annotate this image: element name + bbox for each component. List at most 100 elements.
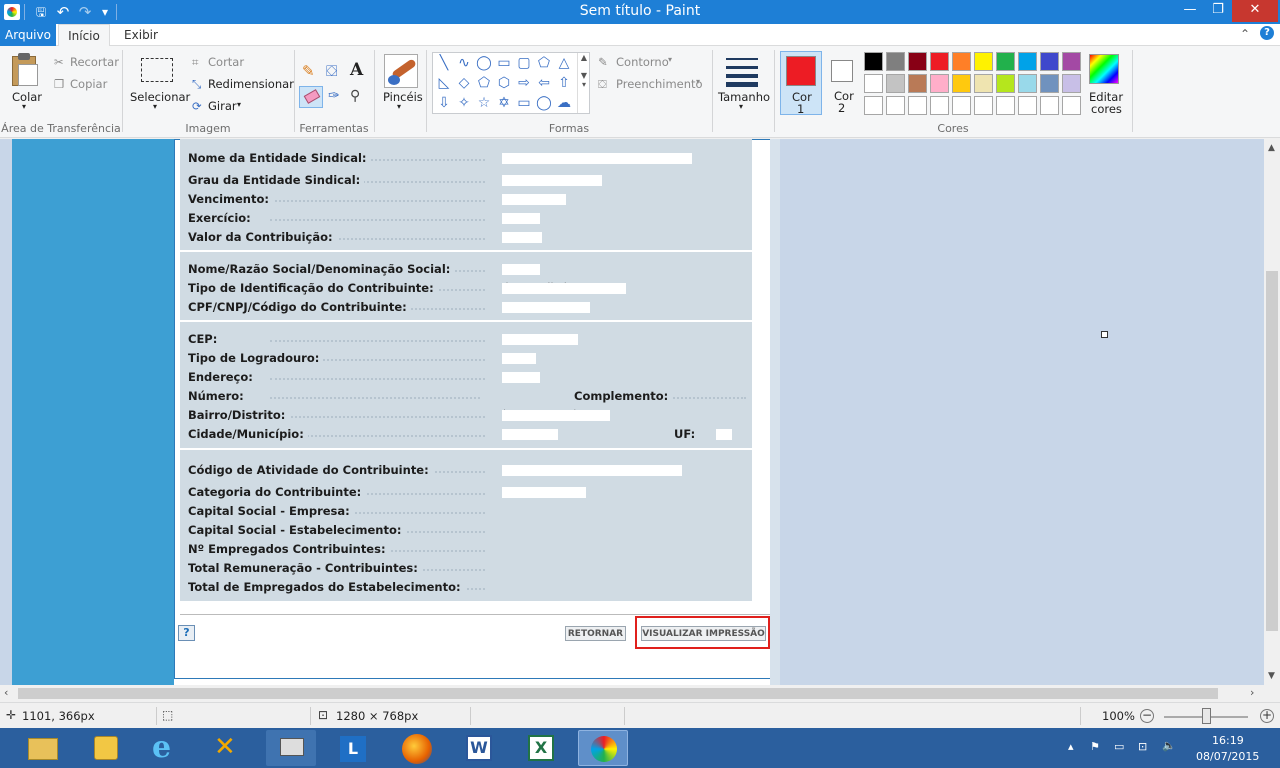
five-point-star-icon[interactable]: ☆ xyxy=(475,94,493,112)
cloud-callout-icon[interactable]: ☁ xyxy=(555,94,573,112)
text-tool-icon[interactable]: A xyxy=(350,60,363,80)
clock-date[interactable]: 08/07/2015 xyxy=(1196,750,1259,763)
horizontal-scrollbar[interactable]: ‹ › xyxy=(0,685,1264,702)
palette-swatch[interactable] xyxy=(1018,52,1037,71)
crop-button[interactable]: Cortar xyxy=(208,55,244,69)
paint-taskbar-icon[interactable] xyxy=(578,730,628,766)
resize-handle[interactable] xyxy=(1101,331,1108,338)
copy-button[interactable]: Copiar xyxy=(70,77,107,91)
pencil-icon[interactable]: ✎ xyxy=(302,62,315,80)
volume-icon[interactable]: 🔈 xyxy=(1162,739,1176,752)
right-triangle-icon[interactable]: ◺ xyxy=(435,74,453,92)
palette-empty-swatch[interactable] xyxy=(886,96,905,115)
palette-empty-swatch[interactable] xyxy=(1062,96,1081,115)
palette-empty-swatch[interactable] xyxy=(996,96,1015,115)
brushes-button[interactable]: Pincéis xyxy=(383,90,423,104)
color-picker-icon[interactable]: ✑ xyxy=(328,88,340,104)
line-shape-icon[interactable]: ╲ xyxy=(435,54,453,72)
select-icon[interactable] xyxy=(141,58,173,82)
fill-dropdown[interactable]: Preenchimento xyxy=(616,77,703,91)
magnifier-icon[interactable]: ⚲ xyxy=(350,88,360,104)
palette-swatch[interactable] xyxy=(886,52,905,71)
collapse-ribbon-icon[interactable]: ⌃ xyxy=(1240,27,1250,41)
palette-swatch[interactable] xyxy=(952,74,971,93)
select-button[interactable]: Selecionar xyxy=(130,90,190,104)
rounded-rectangle-icon[interactable]: ▢ xyxy=(515,54,533,72)
eraser-icon[interactable] xyxy=(299,86,323,108)
help-icon[interactable]: ? xyxy=(1260,26,1274,40)
canvas-image[interactable]: Nome da Entidade Sindical:CONFEDERACAO N… xyxy=(12,139,780,685)
zoom-out-button[interactable]: − xyxy=(1140,709,1154,723)
brush-icon[interactable] xyxy=(384,54,418,88)
paste-icon[interactable] xyxy=(10,52,42,88)
size-button[interactable]: Tamanho xyxy=(718,90,770,104)
palette-swatch[interactable] xyxy=(864,52,883,71)
palette-swatch[interactable] xyxy=(930,74,949,93)
palette-empty-swatch[interactable] xyxy=(974,96,993,115)
file-explorer-icon[interactable] xyxy=(18,730,68,766)
six-point-star-icon[interactable]: ✡ xyxy=(495,94,513,112)
word-icon[interactable]: W xyxy=(454,730,504,766)
clock-time[interactable]: 16:19 xyxy=(1212,734,1244,747)
four-point-star-icon[interactable]: ✧ xyxy=(455,94,473,112)
curve-shape-icon[interactable]: ∿ xyxy=(455,54,473,72)
pentagon-shape-icon[interactable]: ⬠ xyxy=(475,74,493,92)
hexagon-shape-icon[interactable]: ⬡ xyxy=(495,74,513,92)
close-button[interactable]: ✕ xyxy=(1232,0,1278,22)
palette-swatch[interactable] xyxy=(1040,74,1059,93)
firefox-icon[interactable] xyxy=(392,730,442,766)
shapes-scroll[interactable]: ▲ ▼ ▾ xyxy=(577,53,590,113)
palette-swatch[interactable] xyxy=(864,74,883,93)
palette-swatch[interactable] xyxy=(886,74,905,93)
palette-empty-swatch[interactable] xyxy=(864,96,883,115)
sticky-app-icon[interactable] xyxy=(80,730,130,766)
rounded-callout-icon[interactable]: ▭ xyxy=(515,94,533,112)
network-icon[interactable]: ⊡ xyxy=(1138,740,1147,753)
tab-view[interactable]: Exibir xyxy=(114,24,168,46)
rotate-button[interactable]: Girar xyxy=(208,99,237,113)
internet-explorer-icon[interactable]: e xyxy=(142,730,192,766)
palette-swatch[interactable] xyxy=(1040,52,1059,71)
palette-empty-swatch[interactable] xyxy=(930,96,949,115)
outline-dropdown[interactable]: Contorno xyxy=(616,55,669,69)
up-arrow-shape-icon[interactable]: ⇧ xyxy=(555,74,573,92)
return-button[interactable]: RETORNAR xyxy=(565,626,626,641)
palette-swatch[interactable] xyxy=(1018,74,1037,93)
palette-swatch[interactable] xyxy=(930,52,949,71)
left-arrow-shape-icon[interactable]: ⇦ xyxy=(535,74,553,92)
color1-selector[interactable]: Cor 1 xyxy=(780,51,822,116)
paste-button[interactable]: Colar xyxy=(12,90,42,104)
color2-selector[interactable]: Cor 2 xyxy=(824,51,862,115)
size-icon[interactable] xyxy=(726,54,760,88)
oval-shape-icon[interactable]: ◯ xyxy=(475,54,493,72)
horizontal-scroll-thumb[interactable] xyxy=(18,688,1218,699)
excel-icon[interactable]: X xyxy=(516,730,566,766)
palette-empty-swatch[interactable] xyxy=(908,96,927,115)
palette-swatch[interactable] xyxy=(996,52,1015,71)
fill-bucket-icon[interactable]: ⛋ xyxy=(326,62,337,80)
minimize-button[interactable]: — xyxy=(1176,0,1204,22)
zoom-slider-thumb[interactable] xyxy=(1202,708,1211,724)
palette-swatch[interactable] xyxy=(974,52,993,71)
receita-app-icon[interactable]: ✕ xyxy=(204,730,254,766)
resize-button[interactable]: Redimensionar xyxy=(208,77,294,91)
vertical-scrollbar[interactable]: ▲ ▼ xyxy=(1264,139,1280,685)
polygon-shape-icon[interactable]: ⬠ xyxy=(535,54,553,72)
help-button[interactable]: ? xyxy=(178,625,195,641)
rectangle-shape-icon[interactable]: ▭ xyxy=(495,54,513,72)
down-arrow-shape-icon[interactable]: ⇩ xyxy=(435,94,453,112)
diamond-shape-icon[interactable]: ◇ xyxy=(455,74,473,92)
cut-button[interactable]: Recortar xyxy=(70,55,119,69)
palette-swatch[interactable] xyxy=(908,52,927,71)
palette-swatch[interactable] xyxy=(1062,52,1081,71)
palette-swatch[interactable] xyxy=(908,74,927,93)
palette-swatch[interactable] xyxy=(1062,74,1081,93)
right-arrow-shape-icon[interactable]: ⇨ xyxy=(515,74,533,92)
edit-colors-icon[interactable] xyxy=(1089,54,1119,84)
lync-icon[interactable]: L xyxy=(328,730,378,766)
power-icon[interactable]: ▭ xyxy=(1114,740,1124,753)
oval-callout-icon[interactable]: ◯ xyxy=(535,94,553,112)
tab-home[interactable]: Início xyxy=(58,24,110,47)
palette-empty-swatch[interactable] xyxy=(952,96,971,115)
palette-swatch[interactable] xyxy=(996,74,1015,93)
